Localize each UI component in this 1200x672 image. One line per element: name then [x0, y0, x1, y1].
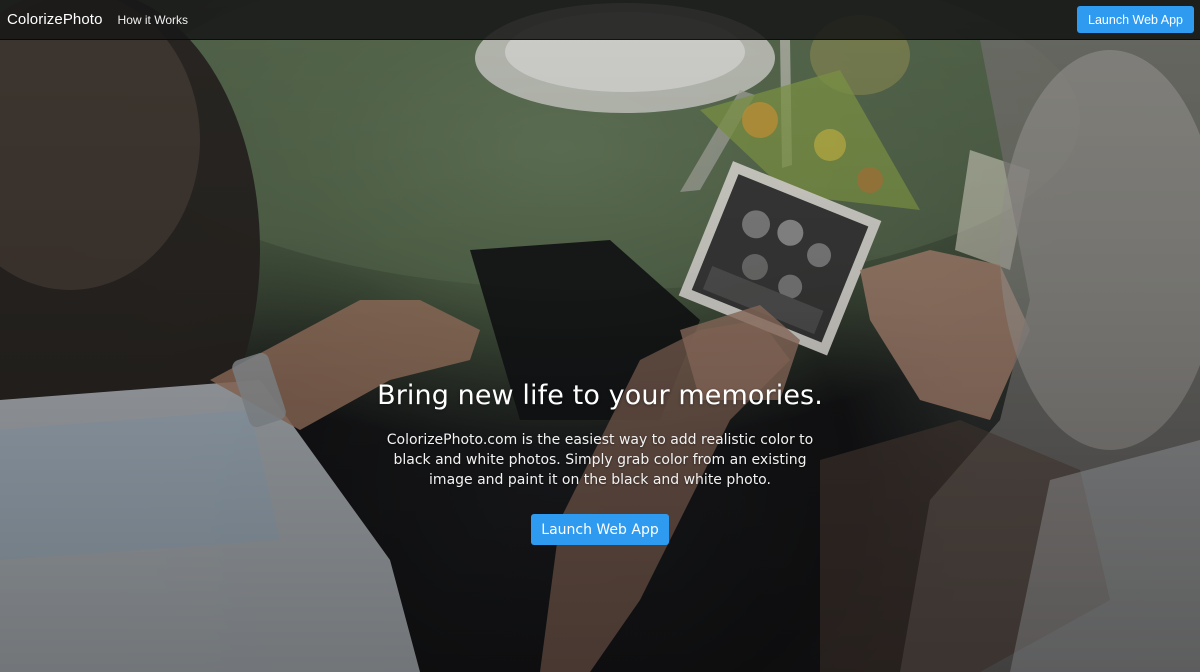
hero-description: ColorizePhoto.com is the easiest way to … — [386, 432, 814, 488]
navbar-launch-web-app-button[interactable]: Launch Web App — [1077, 6, 1194, 33]
top-navbar: ColorizePhoto How it Works Launch Web Ap… — [0, 0, 1200, 40]
hero-background-image — [0, 0, 1200, 672]
hero-headline: Bring new life to your memories. — [377, 380, 823, 411]
brand-logo-link[interactable]: ColorizePhoto — [7, 11, 103, 28]
navbar-left-group: ColorizePhoto How it Works — [7, 11, 188, 28]
nav-link-how-it-works[interactable]: How it Works — [118, 13, 188, 27]
hero-dark-overlay — [0, 0, 1200, 672]
hero-launch-web-app-button[interactable]: Launch Web App — [531, 514, 669, 545]
hero-content: Bring new life to your memories. Coloriz… — [300, 378, 900, 545]
